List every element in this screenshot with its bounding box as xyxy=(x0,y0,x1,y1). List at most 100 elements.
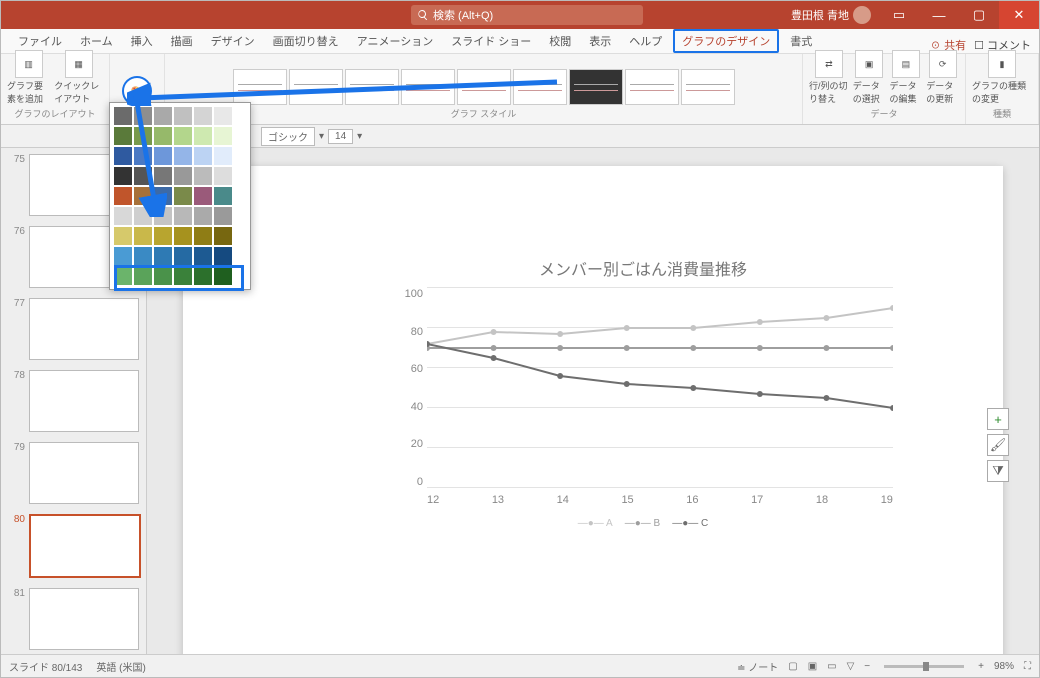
chart-legend[interactable]: —●— A—●— B—●— C xyxy=(363,518,923,529)
color-swatch[interactable] xyxy=(174,107,192,125)
chart-style-9[interactable] xyxy=(681,69,735,105)
slide-thumb[interactable]: 77 xyxy=(1,298,146,360)
titlebar: 検索 (Alt+Q) 豊田根 青地 ▭ — ▢ ✕ xyxy=(1,1,1039,29)
chart-plot[interactable]: 1008060402001213141516171819 xyxy=(393,288,893,488)
color-swatch[interactable] xyxy=(214,167,232,185)
group-label-type: 種類 xyxy=(993,107,1011,120)
quick-layout-icon: ▦ xyxy=(65,50,93,78)
ribbon-options-button[interactable]: ▭ xyxy=(879,1,919,29)
color-swatch[interactable] xyxy=(114,227,132,245)
color-swatch[interactable] xyxy=(194,127,212,145)
close-button[interactable]: ✕ xyxy=(999,1,1039,29)
switch-icon: ⇄ xyxy=(815,50,843,78)
chart[interactable]: メンバー別ごはん消費量推移 10080604020012131415161718… xyxy=(363,256,923,536)
color-swatch[interactable] xyxy=(214,107,232,125)
slide-thumb[interactable]: 80 xyxy=(1,514,146,578)
add-chart-element-button[interactable]: ▥ グラフ要素を追加 xyxy=(7,50,50,105)
editor-canvas: メンバー別ごはん消費量推移 10080604020012131415161718… xyxy=(147,148,1039,654)
color-swatch[interactable] xyxy=(134,247,152,265)
color-swatch[interactable] xyxy=(194,187,212,205)
search-box[interactable]: 検索 (Alt+Q) xyxy=(411,5,643,25)
color-swatch[interactable] xyxy=(194,207,212,225)
tab-draw[interactable]: 描画 xyxy=(162,29,202,53)
edit-data-icon: ▤ xyxy=(892,50,920,78)
color-swatch[interactable] xyxy=(174,187,192,205)
color-swatch[interactable] xyxy=(194,167,212,185)
select-data-icon: ▣ xyxy=(855,50,883,78)
refresh-data-button[interactable]: ⟳データの更新 xyxy=(926,50,959,105)
color-swatch[interactable] xyxy=(194,147,212,165)
color-swatch[interactable] xyxy=(214,147,232,165)
status-bar: スライド 80/143 英語 (米国) ≐ ノート ▢ ▣ ▭ ▽ − + 98… xyxy=(1,654,1039,677)
view-slideshow-button[interactable]: ▽ xyxy=(847,661,855,672)
quick-layout-button[interactable]: ▦ クイックレイアウト xyxy=(54,50,103,105)
user-identity[interactable]: 豊田根 青地 xyxy=(791,6,871,24)
language-indicator[interactable]: 英語 (米国) xyxy=(96,659,145,674)
tab-view[interactable]: 表示 xyxy=(580,29,620,53)
tab-design[interactable]: デザイン xyxy=(202,29,264,53)
slide-counter: スライド 80/143 xyxy=(9,659,82,674)
view-normal-button[interactable]: ▢ xyxy=(788,661,797,672)
switch-row-col-button[interactable]: ⇄行/列の切り替え xyxy=(809,50,849,105)
slide-thumb[interactable]: 79 xyxy=(1,442,146,504)
notes-button[interactable]: ≐ ノート xyxy=(737,659,778,674)
fit-button[interactable]: ⛶ xyxy=(1024,661,1031,672)
color-swatch[interactable] xyxy=(174,207,192,225)
tab-animations[interactable]: アニメーション xyxy=(348,29,443,53)
chart-styles-button[interactable]: 🖌 xyxy=(987,434,1009,456)
font-name-select[interactable]: ゴシック xyxy=(261,127,315,146)
color-swatch[interactable] xyxy=(174,247,192,265)
color-swatch[interactable] xyxy=(174,227,192,245)
color-swatch[interactable] xyxy=(194,247,212,265)
maximize-button[interactable]: ▢ xyxy=(959,1,999,29)
edit-data-button[interactable]: ▤データの編集 xyxy=(889,50,922,105)
avatar xyxy=(853,6,871,24)
color-swatch[interactable] xyxy=(214,127,232,145)
zoom-slider[interactable] xyxy=(884,665,964,668)
chart-filters-button[interactable]: ⧩ xyxy=(987,460,1009,482)
refresh-icon: ⟳ xyxy=(929,50,957,78)
color-swatch[interactable] xyxy=(174,167,192,185)
chart-title[interactable]: メンバー別ごはん消費量推移 xyxy=(363,256,923,280)
color-swatch[interactable] xyxy=(174,127,192,145)
change-chart-type-button[interactable]: ▮グラフの種類の変更 xyxy=(972,50,1032,105)
color-swatch[interactable] xyxy=(194,107,212,125)
tab-transitions[interactable]: 画面切り替え xyxy=(264,29,348,53)
annotation-arrow-1 xyxy=(127,76,567,106)
color-swatch[interactable] xyxy=(154,227,172,245)
color-swatch[interactable] xyxy=(214,227,232,245)
zoom-label[interactable]: 98% xyxy=(994,661,1014,672)
color-swatch[interactable] xyxy=(154,247,172,265)
annotation-arrow-2 xyxy=(127,87,167,217)
search-icon xyxy=(417,9,429,21)
color-swatch[interactable] xyxy=(194,227,212,245)
color-swatch[interactable] xyxy=(214,187,232,205)
color-swatch[interactable] xyxy=(214,207,232,225)
search-placeholder: 検索 (Alt+Q) xyxy=(433,7,493,23)
color-swatch[interactable] xyxy=(214,247,232,265)
select-data-button[interactable]: ▣データの選択 xyxy=(853,50,886,105)
color-swatch[interactable] xyxy=(114,247,132,265)
slide[interactable]: メンバー別ごはん消費量推移 10080604020012131415161718… xyxy=(183,166,1003,654)
view-sorter-button[interactable]: ▣ xyxy=(808,661,817,672)
tab-chart-design[interactable]: グラフのデザイン xyxy=(673,29,779,53)
chart-style-7[interactable] xyxy=(569,69,623,105)
chart-style-8[interactable] xyxy=(625,69,679,105)
zoom-in-button[interactable]: + xyxy=(978,661,984,672)
tab-help[interactable]: ヘルプ xyxy=(620,29,671,53)
tab-insert[interactable]: 挿入 xyxy=(122,29,162,53)
slide-thumb[interactable]: 78 xyxy=(1,370,146,432)
slide-thumb[interactable]: 81 xyxy=(1,588,146,650)
view-reading-button[interactable]: ▭ xyxy=(827,661,836,672)
add-element-icon: ▥ xyxy=(15,50,43,78)
font-size-select[interactable]: 14 xyxy=(328,129,353,144)
color-swatch[interactable] xyxy=(174,147,192,165)
group-label-data: データ xyxy=(870,107,897,120)
tab-slideshow[interactable]: スライド ショー xyxy=(442,29,540,53)
minimize-button[interactable]: — xyxy=(919,1,959,29)
color-swatch[interactable] xyxy=(134,227,152,245)
chart-type-icon: ▮ xyxy=(988,50,1016,78)
tab-review[interactable]: 校閲 xyxy=(540,29,580,53)
zoom-out-button[interactable]: − xyxy=(864,661,870,672)
chart-elements-button[interactable]: + xyxy=(987,408,1009,430)
